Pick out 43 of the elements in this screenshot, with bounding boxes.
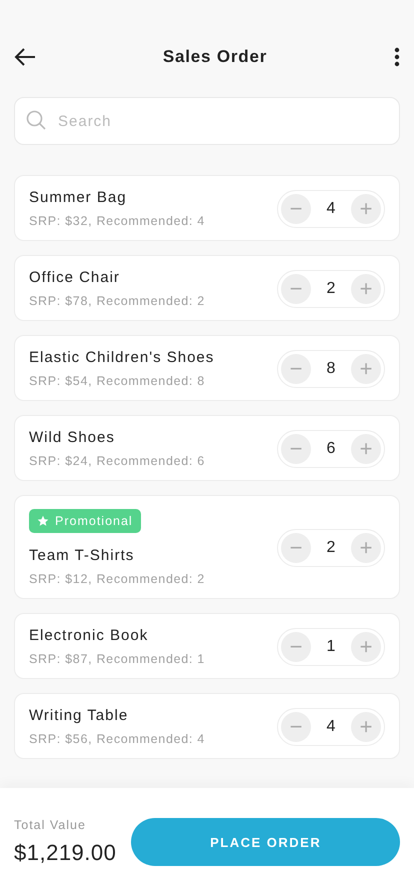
quantity-value: 6 [326, 440, 336, 458]
search-field[interactable]: Search [14, 97, 400, 145]
increase-button[interactable]: + [351, 532, 381, 562]
promotional-badge: Promotional [29, 509, 141, 533]
page-title: Sales Order [162, 47, 268, 67]
product-details: SRP: $54, Recommended: 8 [29, 374, 206, 388]
product-details: SRP: $32, Recommended: 4 [29, 214, 205, 228]
quantity-value: 2 [326, 280, 336, 298]
quantity-value: 4 [326, 200, 336, 218]
increase-button[interactable]: + [351, 194, 381, 224]
decrease-button[interactable]: − [281, 712, 311, 742]
product-name: Office Chair [29, 269, 121, 286]
total-label: Total Value [14, 818, 87, 832]
product-details: SRP: $78, Recommended: 2 [29, 294, 205, 308]
total-value: $1,219.00 [14, 840, 116, 866]
place-order-button[interactable]: PLACE ORDER [131, 818, 400, 866]
increase-button[interactable]: + [351, 712, 381, 742]
product-name: Electronic Book [29, 627, 150, 644]
decrease-button[interactable]: − [281, 274, 311, 304]
increase-button[interactable]: + [351, 274, 381, 304]
increase-button[interactable]: + [351, 632, 381, 662]
product-details: SRP: $12, Recommended: 2 [29, 572, 205, 586]
quantity-value: 1 [326, 638, 336, 656]
more-menu-icon[interactable] [394, 47, 400, 67]
product-name: Elastic Children's Shoes [29, 349, 214, 366]
product-details: SRP: $24, Recommended: 6 [29, 454, 205, 468]
product-details: SRP: $87, Recommended: 1 [29, 652, 205, 666]
decrease-button[interactable]: − [281, 194, 311, 224]
product-name: Wild Shoes [29, 429, 116, 446]
back-arrow-icon[interactable] [14, 48, 36, 66]
product-name: Writing Table [29, 707, 130, 724]
quantity-value: 8 [326, 360, 336, 378]
decrease-button[interactable]: − [281, 632, 311, 662]
increase-button[interactable]: + [351, 354, 381, 384]
quantity-value: 2 [326, 538, 336, 556]
increase-button[interactable]: + [351, 434, 381, 464]
product-details: SRP: $56, Recommended: 4 [29, 732, 205, 746]
quantity-value: 4 [326, 718, 336, 736]
decrease-button[interactable]: − [281, 354, 311, 384]
decrease-button[interactable]: − [281, 532, 311, 562]
product-name: Summer Bag [29, 189, 128, 206]
decrease-button[interactable]: − [281, 434, 311, 464]
product-name: Team T-Shirts [29, 547, 136, 564]
